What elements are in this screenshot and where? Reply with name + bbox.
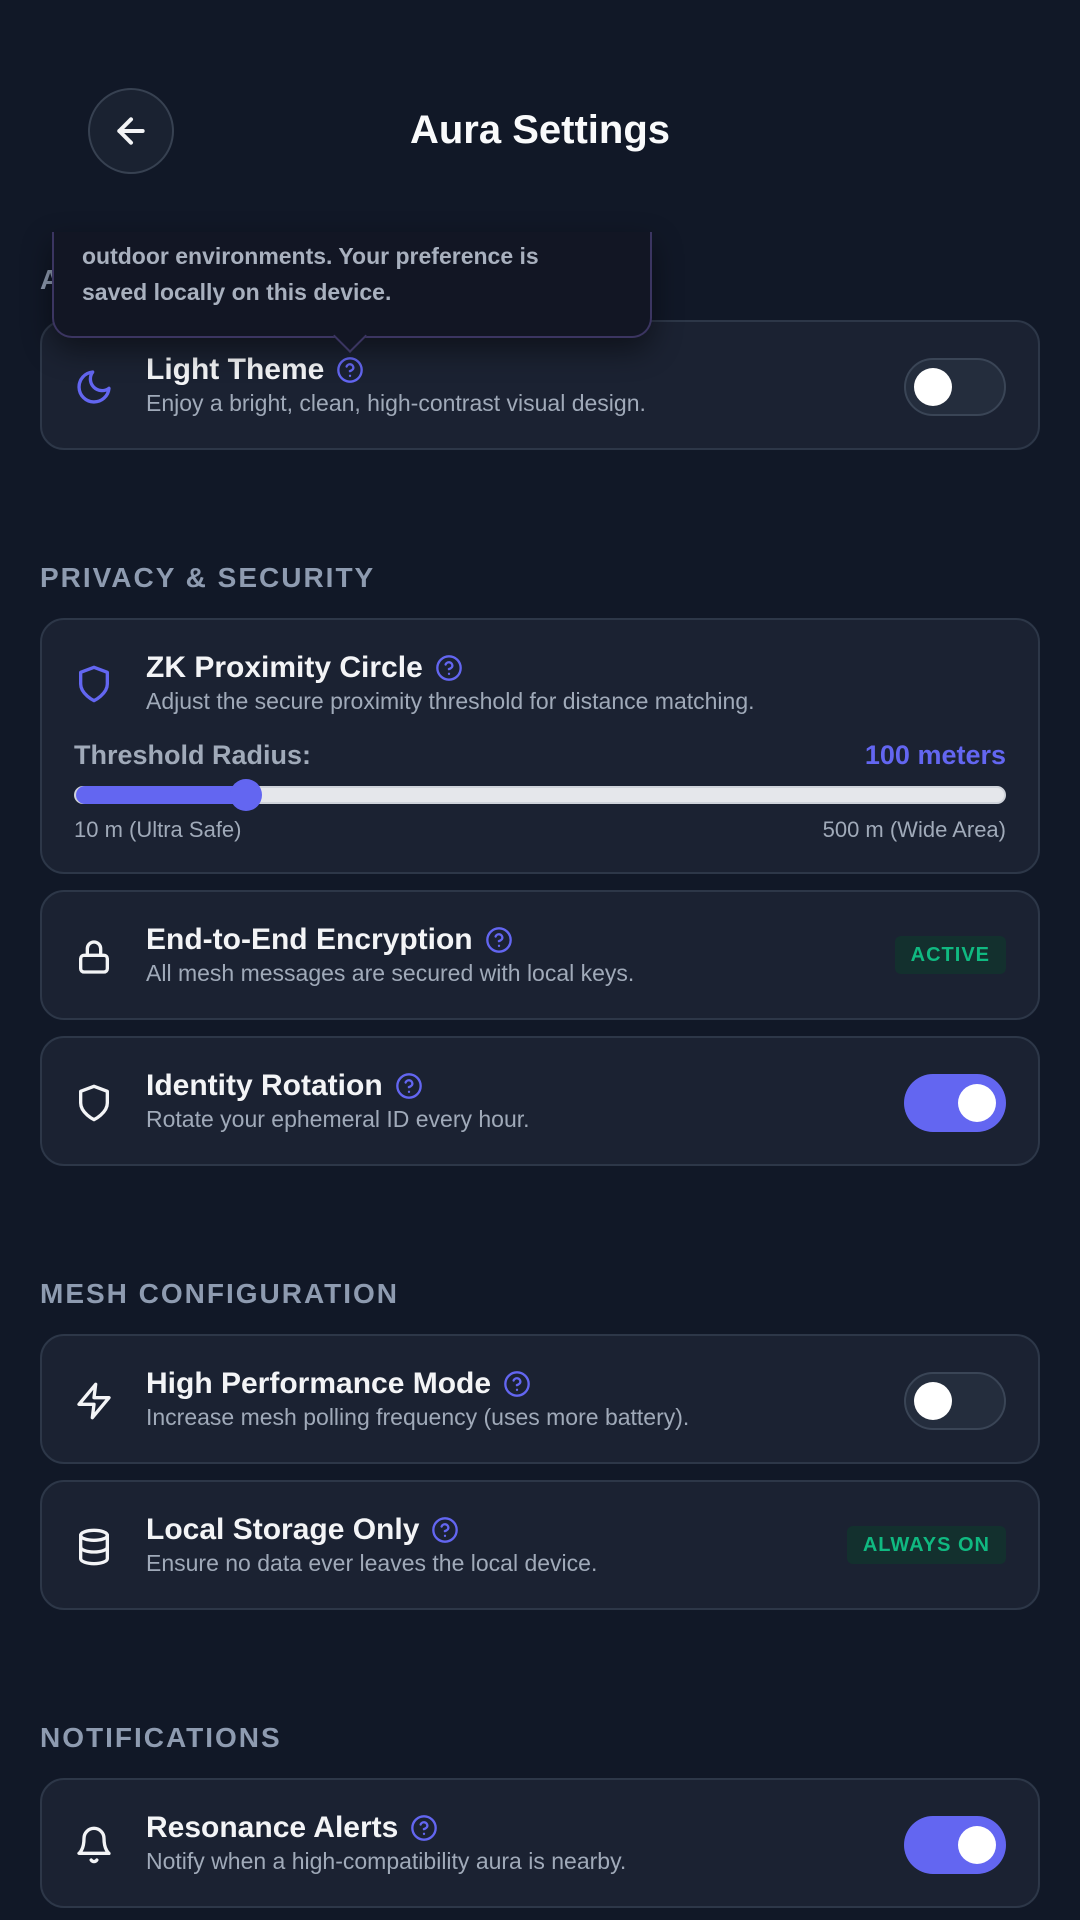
zk-proximity-card: ZK Proximity Circle Adjust the secure pr… — [40, 618, 1040, 874]
encryption-card: End-to-End Encryption All mesh messages … — [40, 890, 1040, 1020]
identity-rotation-toggle[interactable] — [904, 1074, 1006, 1132]
slider-max-label: 500 m (Wide Area) — [822, 817, 1006, 842]
help-icon[interactable] — [336, 356, 364, 384]
high-performance-toggle[interactable] — [904, 1372, 1006, 1430]
tooltip-line-partial: outdoor environments. Your preference is — [82, 243, 539, 269]
slider-min-label: 10 m (Ultra Safe) — [74, 817, 242, 842]
lock-icon — [79, 940, 109, 974]
local-storage-description: Ensure no data ever leaves the local dev… — [146, 1550, 598, 1576]
tooltip-line-last: saved locally on this device. — [82, 279, 392, 305]
help-icon[interactable] — [503, 1370, 531, 1398]
moon-icon — [77, 370, 111, 404]
identity-rotation-title: Identity Rotation — [146, 1069, 383, 1102]
bell-icon — [77, 1826, 111, 1864]
zk-proximity-title: ZK Proximity Circle — [146, 651, 423, 684]
zk-proximity-description: Adjust the secure proximity threshold fo… — [146, 688, 755, 714]
high-performance-description: Increase mesh polling frequency (uses mo… — [146, 1404, 690, 1430]
light-theme-title: Light Theme — [146, 353, 325, 386]
encryption-title: End-to-End Encryption — [146, 923, 473, 956]
resonance-alerts-card: Resonance Alerts Notify when a high-comp… — [40, 1778, 1040, 1908]
slider-fill — [76, 786, 247, 804]
identity-rotation-description: Rotate your ephemeral ID every hour. — [146, 1106, 530, 1132]
identity-rotation-card: Identity Rotation Rotate your ephemeral … — [40, 1036, 1040, 1166]
light-theme-description: Enjoy a bright, clean, high-contrast vis… — [146, 390, 646, 416]
toggle-knob — [958, 1826, 996, 1864]
threshold-slider[interactable] — [74, 779, 1006, 811]
help-icon[interactable] — [431, 1516, 459, 1544]
local-storage-title: Local Storage Only — [146, 1513, 420, 1546]
database-icon — [79, 1528, 110, 1566]
shield-icon — [79, 665, 110, 703]
help-icon[interactable] — [485, 926, 513, 954]
encryption-description: All mesh messages are secured with local… — [146, 960, 635, 986]
help-icon[interactable] — [395, 1072, 423, 1100]
status-badge: ACTIVE — [894, 936, 1006, 974]
resonance-alerts-title: Resonance Alerts — [146, 1811, 399, 1844]
resonance-alerts-description: Notify when a high-compatibility aura is… — [146, 1848, 627, 1874]
resonance-alerts-toggle[interactable] — [904, 1816, 1006, 1874]
status-badge: ALWAYS ON — [846, 1526, 1006, 1564]
toggle-knob — [914, 368, 952, 406]
light-theme-card: Light Theme Enjoy a bright, clean, high-… — [40, 320, 1040, 450]
high-performance-card: High Performance Mode Increase mesh poll… — [40, 1334, 1040, 1464]
local-storage-card: Local Storage Only Ensure no data ever l… — [40, 1480, 1040, 1610]
high-performance-title: High Performance Mode — [146, 1367, 492, 1400]
threshold-label: Threshold Radius: — [74, 740, 312, 770]
section-label-mesh: MESH CONFIGURATION — [40, 1278, 400, 1309]
light-theme-toggle[interactable] — [904, 358, 1006, 416]
shield-icon — [79, 1084, 110, 1122]
help-icon[interactable] — [435, 654, 463, 682]
section-label-notifications: NOTIFICATIONS — [40, 1722, 282, 1753]
threshold-value: 100 meters — [864, 740, 1006, 770]
page-title: Aura Settings — [409, 108, 671, 152]
slider-thumb[interactable] — [230, 779, 263, 811]
section-label-privacy: PRIVACY & SECURITY — [40, 562, 376, 593]
toggle-knob — [958, 1084, 996, 1122]
lightning-icon — [77, 1382, 111, 1420]
help-tooltip: outdoor environments. Your preference is… — [52, 232, 652, 353]
toggle-knob — [914, 1382, 952, 1420]
help-icon[interactable] — [410, 1814, 438, 1842]
